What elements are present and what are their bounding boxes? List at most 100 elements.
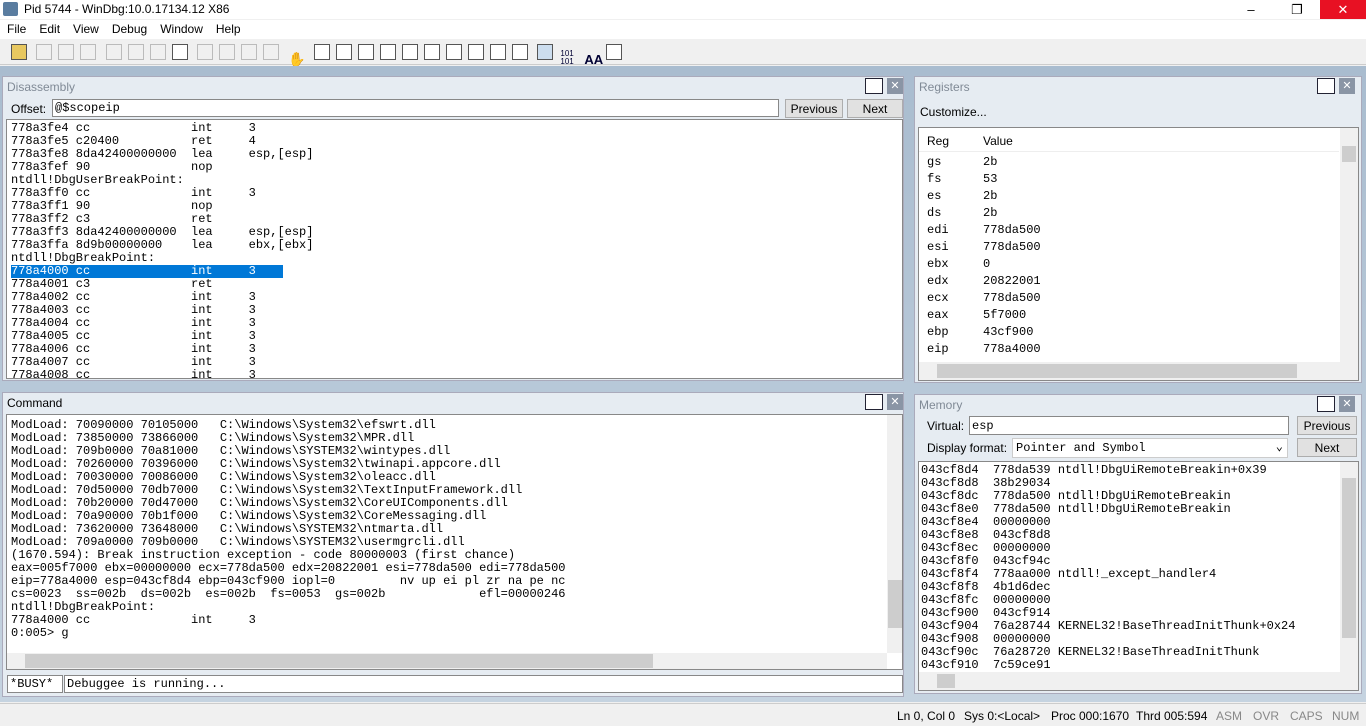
register-row[interactable]: ebp 43cf900 (919, 324, 1339, 341)
source-mode-icon[interactable] (537, 44, 554, 60)
register-value: 0 (983, 257, 991, 271)
run-to-cursor-icon[interactable] (263, 44, 280, 60)
register-row[interactable]: ds 2b (919, 205, 1339, 222)
display-format-select[interactable]: Pointer and Symbol ⌄ (1012, 438, 1288, 458)
copy-icon[interactable] (58, 44, 75, 60)
command-horizontal-scrollbar[interactable] (7, 653, 887, 669)
command-browser-icon[interactable] (511, 44, 528, 60)
command-window: Command ✕ ModLoad: 70090000 70105000 C:\… (2, 392, 904, 697)
disassembly-icon[interactable] (445, 44, 462, 60)
close-button[interactable]: ✕ (1320, 0, 1366, 19)
dock-icon[interactable] (1317, 78, 1335, 94)
next-button[interactable]: Next (847, 99, 903, 118)
command-window-icon[interactable] (313, 44, 330, 60)
register-row[interactable]: gs 2b (919, 154, 1339, 171)
registers-icon[interactable] (379, 44, 396, 60)
processes-threads-icon[interactable] (489, 44, 506, 60)
minimize-button[interactable]: – (1228, 0, 1274, 19)
step-into-icon[interactable] (197, 44, 214, 60)
virtual-address-input[interactable] (969, 416, 1289, 435)
register-row[interactable]: fs 53 (919, 171, 1339, 188)
step-over-icon[interactable] (219, 44, 236, 60)
disassembly-view[interactable]: 778a3fe4 cc int 3 778a3fe5 c20400 ret 4 77… (6, 119, 903, 379)
register-value: 778da500 (983, 291, 1041, 305)
next-button[interactable]: Next (1297, 438, 1357, 457)
memory-view[interactable]: 043cf8d4 778da539 ntdll!DbgUiRemoteBreak… (918, 461, 1359, 691)
menu-file[interactable]: File (0, 20, 32, 36)
register-value: 53 (983, 172, 998, 186)
menu-window[interactable]: Window (153, 20, 209, 36)
display-format-label: Display format: (927, 441, 1008, 455)
register-row[interactable]: eip 778a4000 (919, 341, 1339, 358)
go-icon[interactable] (105, 44, 122, 60)
step-out-icon[interactable] (241, 44, 258, 60)
paste-icon[interactable] (80, 44, 97, 60)
register-name: ecx (927, 291, 949, 305)
window-title: Pid 5744 - WinDbg:10.0.17134.12 X86 (24, 2, 230, 16)
restart-icon[interactable] (127, 44, 144, 60)
offset-input[interactable] (52, 99, 779, 117)
display-format-value: Pointer and Symbol (1016, 441, 1146, 455)
register-row[interactable]: edx 20822001 (919, 273, 1339, 290)
register-row[interactable]: eax 5f7000 (919, 307, 1339, 324)
stop-debugging-icon[interactable] (149, 44, 166, 60)
register-name: eax (927, 308, 949, 322)
register-value: 778da500 (983, 240, 1041, 254)
panel-title: Memory (919, 398, 963, 412)
register-row[interactable]: es 2b (919, 188, 1339, 205)
panel-title: Registers (919, 80, 970, 94)
menu-debug[interactable]: Debug (105, 20, 153, 36)
column-header-reg[interactable]: Reg (927, 134, 949, 148)
register-name: edi (927, 223, 949, 237)
toolbar: ✋ 101 101 AA (0, 40, 1366, 67)
break-icon[interactable] (171, 44, 188, 60)
dock-icon[interactable] (1317, 396, 1335, 412)
register-row[interactable]: ebx 0 (919, 256, 1339, 273)
maximize-button[interactable]: ❐ (1274, 0, 1320, 19)
customize-button[interactable]: Customize... (920, 105, 987, 119)
register-name: ds (927, 206, 942, 220)
registers-vertical-scrollbar[interactable] (1340, 128, 1358, 362)
memory-horizontal-scrollbar[interactable] (919, 672, 1358, 690)
register-name: esi (927, 240, 949, 254)
close-panel-button[interactable]: ✕ (1339, 78, 1355, 94)
memory-vertical-scrollbar[interactable] (1340, 462, 1358, 672)
close-panel-button[interactable]: ✕ (887, 78, 903, 94)
close-panel-button[interactable]: ✕ (887, 394, 903, 410)
cut-icon[interactable] (36, 44, 53, 60)
command-output[interactable]: ModLoad: 70090000 70105000 C:\Windows\Sy… (6, 414, 903, 670)
register-value: 2b (983, 189, 998, 203)
register-row[interactable]: edi 778da500 (919, 222, 1339, 239)
watch-icon[interactable] (335, 44, 352, 60)
registers-list: Reg Value gs 2b fs 53 es 2b ds 2b edi 778da500 esi… (918, 127, 1359, 381)
open-icon[interactable] (11, 44, 27, 60)
menu-view[interactable]: View (66, 20, 105, 36)
dock-icon[interactable] (865, 78, 883, 94)
column-header-value[interactable]: Value (983, 134, 1013, 148)
locals-icon[interactable] (357, 44, 374, 60)
register-value: 778a4000 (983, 342, 1041, 356)
previous-button[interactable]: Previous (785, 99, 843, 118)
register-row[interactable]: ecx 778da500 (919, 290, 1339, 307)
command-output-line: 0:005> g (11, 626, 69, 640)
command-input[interactable]: Debuggee is running... (64, 675, 903, 693)
previous-button[interactable]: Previous (1297, 416, 1357, 435)
options-icon[interactable] (606, 44, 623, 60)
call-stack-icon[interactable] (423, 44, 440, 60)
menu-help[interactable]: Help (209, 20, 247, 36)
memory-icon[interactable] (401, 44, 418, 60)
status-ovr: OVR (1253, 709, 1280, 723)
busy-indicator: *BUSY* (7, 675, 63, 693)
hex-mode-icon[interactable]: 101 101 (559, 50, 575, 66)
disassembly-line: 778a4008 cc int 3 (11, 368, 256, 379)
command-icon[interactable] (865, 394, 883, 410)
close-panel-button[interactable]: ✕ (1339, 396, 1355, 412)
registers-horizontal-scrollbar[interactable] (919, 362, 1358, 380)
menu-edit[interactable]: Edit (32, 20, 66, 36)
command-vertical-scrollbar[interactable] (887, 415, 902, 653)
status-thread: Thrd 005:594 (1136, 709, 1208, 723)
register-name: fs (927, 172, 942, 186)
register-row[interactable]: esi 778da500 (919, 239, 1339, 256)
scratch-pad-icon[interactable] (467, 44, 484, 60)
register-name: ebp (927, 325, 949, 339)
